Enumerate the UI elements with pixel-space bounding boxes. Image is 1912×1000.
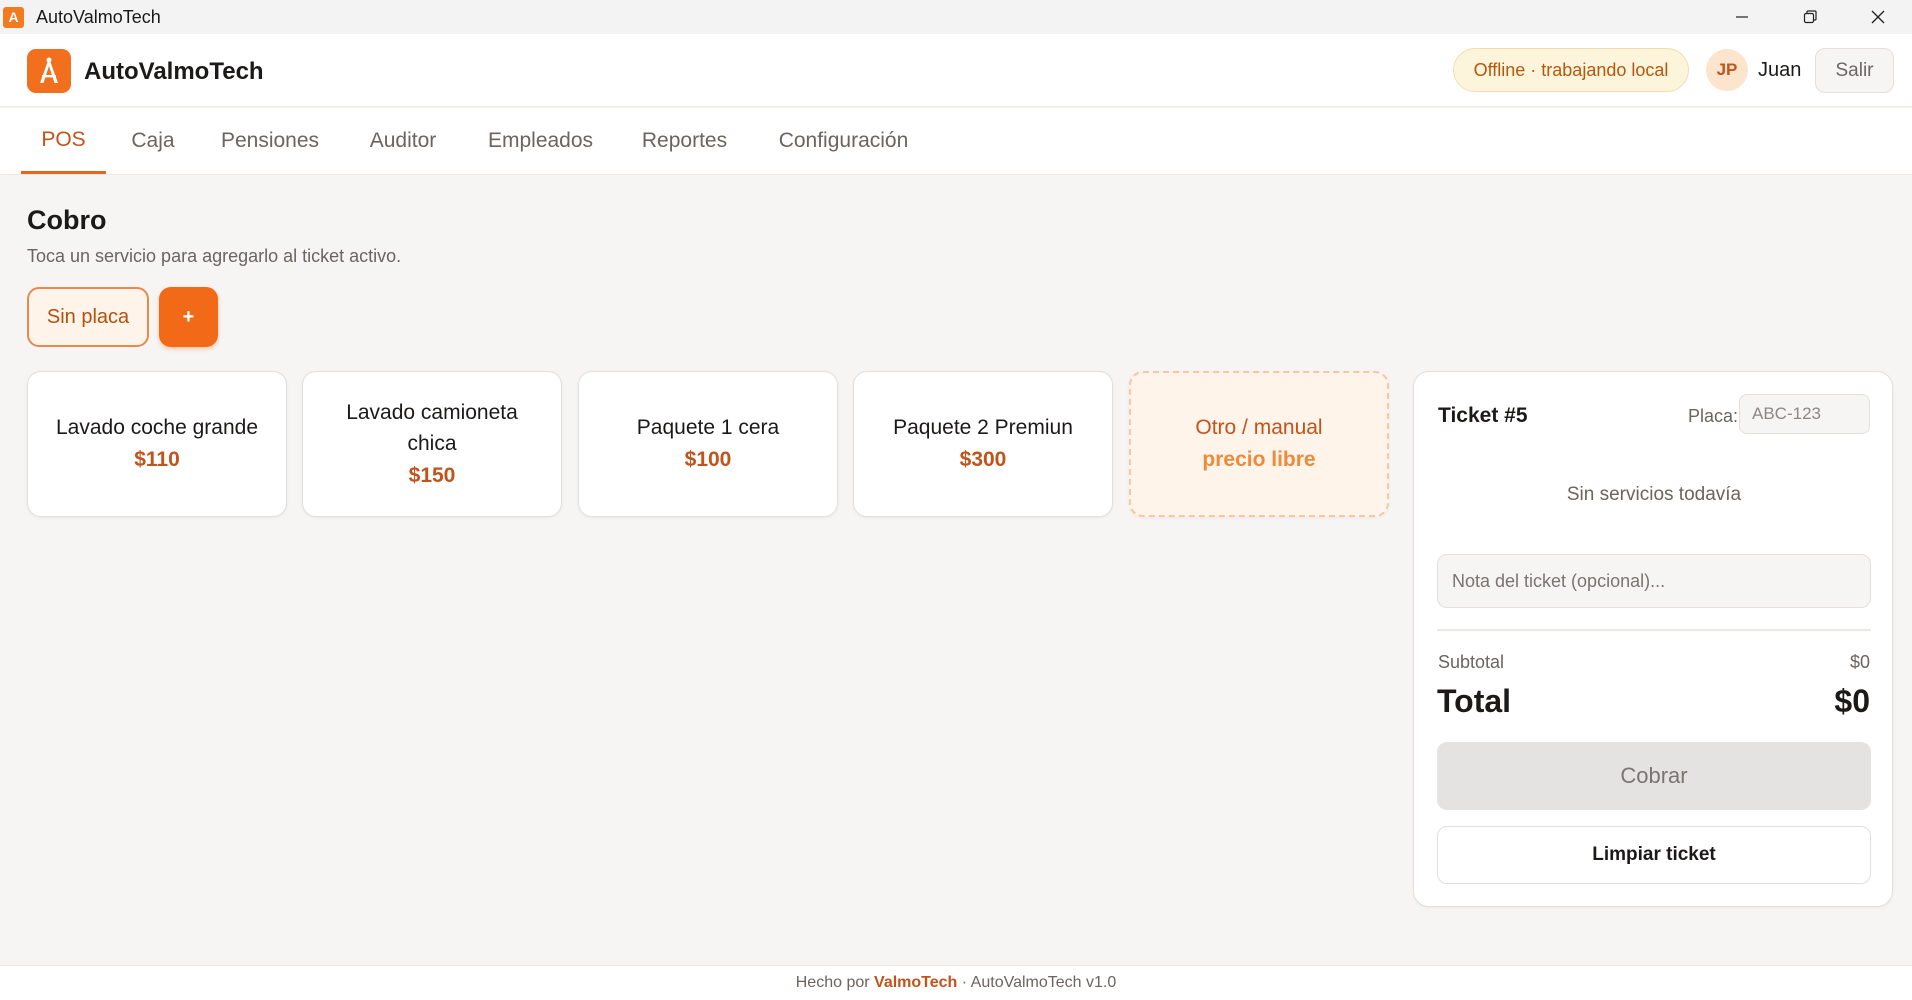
brand-name: AutoValmoTech — [84, 58, 264, 85]
window-title-bar: A AutoValmoTech — [0, 0, 1912, 34]
footer-brand-link[interactable]: ValmoTech — [874, 974, 957, 992]
footer: Hecho por ValmoTech · AutoValmoTech v1.0 — [0, 965, 1912, 1000]
add-button[interactable]: + — [159, 287, 218, 347]
total-value: $0 — [1834, 683, 1870, 719]
service-name: Lavado coche grande — [56, 416, 258, 439]
tab-auditor[interactable]: Auditor — [354, 108, 452, 174]
service-name: Paquete 2 Premiun — [893, 416, 1073, 439]
status-badge: Offline · trabajando local — [1453, 48, 1689, 92]
plate-input[interactable] — [1739, 394, 1870, 434]
manual-service-card[interactable]: Otro / manual precio libre — [1129, 371, 1389, 517]
close-icon[interactable] — [1844, 0, 1912, 34]
window-title: AutoValmoTech — [36, 6, 161, 27]
footer-suffix: · AutoValmoTech v1.0 — [961, 974, 1117, 991]
ticket-note-input[interactable] — [1437, 554, 1871, 608]
minimize-icon[interactable] — [1708, 0, 1776, 34]
app-icon: A — [3, 6, 24, 28]
service-price: $150 — [408, 463, 456, 487]
app-header: AutoValmoTech Offline · trabajando local… — [0, 34, 1912, 107]
tab-empleados[interactable]: Empleados — [476, 108, 605, 174]
plate-label: Placa: — [1688, 406, 1739, 426]
subtotal-value: $0 — [1849, 652, 1870, 672]
main-tabs: POS Caja Pensiones Auditor Empleados Rep… — [0, 108, 1912, 175]
service-price: $110 — [134, 448, 180, 471]
service-name: Lavado camioneta chica — [346, 400, 518, 455]
clear-ticket-button[interactable]: Limpiar ticket — [1437, 826, 1871, 884]
tab-configuracion[interactable]: Configuración — [764, 108, 923, 174]
tab-pensiones[interactable]: Pensiones — [210, 108, 330, 174]
subtotal-label: Subtotal — [1438, 652, 1505, 672]
empty-ticket-message: Sin servicios todavía — [1566, 484, 1742, 505]
service-price: $300 — [959, 448, 1007, 471]
restore-icon[interactable] — [1776, 0, 1844, 34]
logout-button[interactable]: Salir — [1815, 48, 1894, 93]
ticket-title: Ticket #5 — [1438, 404, 1528, 427]
service-price: $100 — [684, 448, 732, 471]
tab-caja[interactable]: Caja — [120, 108, 186, 174]
footer-prefix: Hecho por — [795, 974, 870, 991]
service-card[interactable]: Lavado camioneta chica $150 — [302, 371, 562, 517]
avatar[interactable]: JP — [1706, 49, 1748, 91]
page-title: Cobro — [27, 205, 107, 235]
user-name: Juan — [1758, 59, 1802, 81]
lamp-icon — [27, 49, 71, 93]
tab-reportes[interactable]: Reportes — [629, 108, 740, 174]
no-plate-button[interactable]: Sin placa — [27, 287, 149, 347]
service-card[interactable]: Paquete 2 Premiun $300 — [853, 371, 1113, 517]
window-controls — [1708, 0, 1912, 34]
charge-button[interactable]: Cobrar — [1437, 742, 1871, 810]
total-label: Total — [1437, 683, 1512, 719]
service-name: Paquete 1 cera — [636, 416, 780, 439]
divider — [1437, 629, 1871, 631]
page-subtitle: Toca un servicio para agregarlo al ticke… — [27, 246, 402, 266]
ticket-panel: Ticket #5 Placa: Sin servicios todavía S… — [1413, 371, 1893, 907]
tab-pos[interactable]: POS — [21, 108, 106, 174]
service-price: precio libre — [1202, 448, 1316, 471]
service-name: Otro / manual — [1195, 416, 1323, 439]
service-card[interactable]: Lavado coche grande $110 — [27, 371, 287, 517]
service-card[interactable]: Paquete 1 cera $100 — [578, 371, 838, 517]
